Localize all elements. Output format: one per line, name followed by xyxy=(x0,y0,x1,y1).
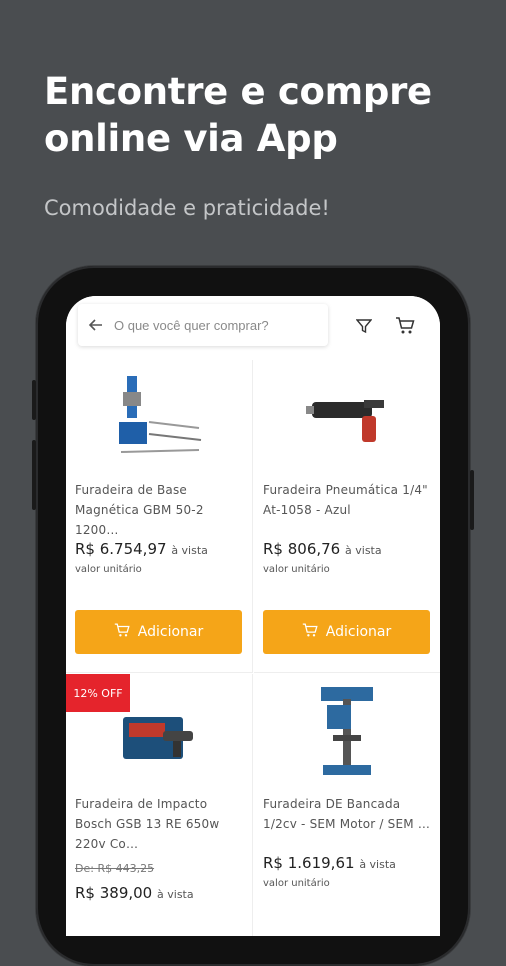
cart-icon xyxy=(302,622,318,642)
unit-note: valor unitário xyxy=(75,564,142,575)
product-card[interactable]: 12% OFF Furadeira de Impacto Bosch GSB 1… xyxy=(66,674,253,936)
price-value: R$ 1.619,61 xyxy=(263,854,355,872)
price-value: R$ 806,76 xyxy=(263,540,341,558)
search-bar[interactable]: O que você quer comprar? xyxy=(78,304,328,346)
price-suffix: à vista xyxy=(345,544,382,557)
price-value: R$ 389,00 xyxy=(75,884,153,902)
price-suffix: à vista xyxy=(171,544,208,557)
product-card[interactable]: Furadeira DE Bancada 1/2cv - SEM Motor /… xyxy=(254,674,440,936)
product-image[interactable] xyxy=(254,368,440,468)
product-name[interactable]: Furadeira Pneumática 1/4" At-1058 - Azul xyxy=(263,480,433,520)
promo-headline: Encontre e compre online via App xyxy=(44,70,432,160)
old-price: De: R$ 443,25 xyxy=(75,862,155,875)
price-suffix: à vista xyxy=(157,888,194,901)
phone-button xyxy=(470,470,474,530)
cart-icon xyxy=(114,622,130,642)
unit-note: valor unitário xyxy=(263,878,330,889)
product-price: R$ 6.754,97 à vista xyxy=(75,540,208,558)
phone-button xyxy=(32,380,36,420)
add-to-cart-button[interactable]: Adicionar xyxy=(263,610,430,654)
product-image[interactable] xyxy=(66,682,252,782)
price-suffix: à vista xyxy=(359,858,396,871)
product-image[interactable] xyxy=(66,368,252,468)
add-button-label: Adicionar xyxy=(137,624,204,640)
unit-note: valor unitário xyxy=(263,564,330,575)
phone-button xyxy=(32,440,36,510)
back-arrow-icon[interactable] xyxy=(78,317,114,333)
product-name[interactable]: Furadeira de Impacto Bosch GSB 13 RE 650… xyxy=(75,794,245,854)
promo-subline: Comodidade e praticidade! xyxy=(44,196,330,220)
product-image[interactable] xyxy=(254,682,440,782)
price-value: R$ 6.754,97 xyxy=(75,540,167,558)
product-price: R$ 806,76 à vista xyxy=(263,540,382,558)
filter-icon[interactable] xyxy=(352,314,376,338)
search-input[interactable]: O que você quer comprar? xyxy=(114,318,269,333)
product-card[interactable]: Furadeira de Base Magnética GBM 50-2 120… xyxy=(66,360,253,673)
add-button-label: Adicionar xyxy=(325,624,392,640)
product-price: R$ 389,00 à vista xyxy=(75,884,194,902)
cart-icon[interactable] xyxy=(393,314,417,338)
add-to-cart-button[interactable]: Adicionar xyxy=(75,610,242,654)
product-name[interactable]: Furadeira DE Bancada 1/2cv - SEM Motor /… xyxy=(263,794,433,834)
product-card[interactable]: Furadeira Pneumática 1/4" At-1058 - Azul… xyxy=(254,360,440,673)
product-name[interactable]: Furadeira de Base Magnética GBM 50-2 120… xyxy=(75,480,245,540)
product-price: R$ 1.619,61 à vista xyxy=(263,854,396,872)
app-screen: O que você quer comprar? Furadeira de Ba xyxy=(66,296,440,936)
app-topbar: O que você quer comprar? xyxy=(66,296,440,360)
